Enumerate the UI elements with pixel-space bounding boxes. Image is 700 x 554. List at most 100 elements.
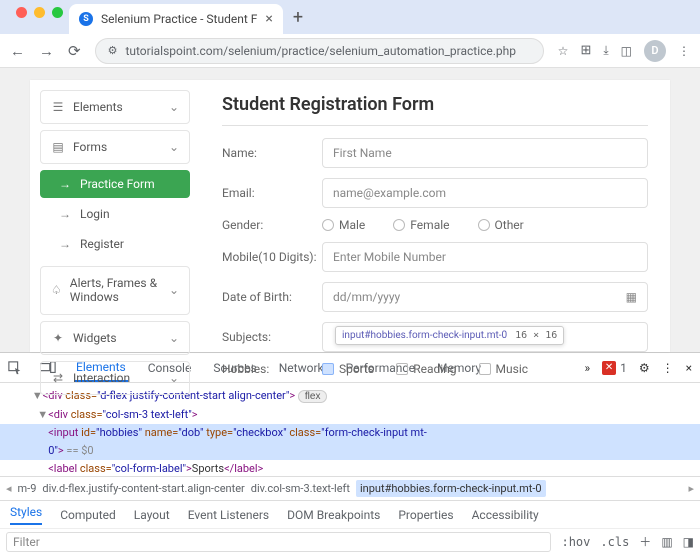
input-first-name[interactable]: First Name [322, 138, 648, 168]
site-info-icon[interactable]: ⚙ [108, 44, 118, 57]
page-viewport: ☰ Elements ⌄ ▤ Forms ⌄ → Practice Form →… [0, 68, 700, 352]
forward-button[interactable]: → [39, 42, 54, 60]
profile-avatar[interactable]: D [644, 40, 666, 62]
styles-tab-dom-breakpoints[interactable]: DOM Breakpoints [287, 508, 380, 522]
dom-line-selected[interactable]: 0"> == $0 [0, 442, 700, 460]
styles-tab-styles[interactable]: Styles [10, 505, 42, 525]
widget-icon: ✦ [51, 331, 65, 345]
menu-icon[interactable]: ⋮ [678, 44, 690, 58]
form-title: Student Registration Form [222, 94, 648, 126]
inspect-element-icon[interactable] [8, 361, 22, 375]
styles-filter-input[interactable]: Filter [6, 532, 551, 552]
browser-tabstrip: S Selenium Practice - Student F × + [0, 0, 700, 34]
sidebar-sub-label: Practice Form [80, 177, 155, 191]
row-mobile: Mobile(10 Digits): Enter Mobile Number [222, 242, 648, 272]
computed-panel-icon[interactable]: ▥ [661, 535, 672, 549]
devtools-menu-icon[interactable]: ⋮ [662, 361, 674, 375]
close-devtools-icon[interactable]: × [686, 361, 692, 375]
bookmark-icon[interactable]: ☆ [558, 44, 569, 58]
styles-tab-computed[interactable]: Computed [60, 508, 116, 522]
input-dob[interactable]: dd/mm/yyyy ▦ [322, 282, 648, 312]
styles-tab-layout[interactable]: Layout [134, 508, 170, 522]
breadcrumb-item[interactable]: m-9 [18, 482, 37, 495]
input-email[interactable]: name@example.com [322, 178, 648, 208]
label-dob: Date of Birth: [222, 290, 322, 304]
reload-button[interactable]: ⟳ [68, 42, 81, 60]
calendar-icon[interactable]: ▦ [626, 290, 637, 304]
new-tab-button[interactable]: + [283, 7, 313, 34]
sidebar-item-label: Forms [73, 140, 107, 154]
radio-male[interactable]: Male [322, 218, 365, 232]
download-icon[interactable]: ⤓ [603, 43, 608, 58]
styles-tab-event-listeners[interactable]: Event Listeners [188, 508, 269, 522]
breadcrumb-item-selected[interactable]: input#hobbies.form-check-input.mt-0 [356, 480, 546, 497]
chevron-down-icon: ⌄ [169, 331, 179, 345]
breadcrumb-next-icon[interactable]: ▸ [688, 482, 694, 495]
sidebar-item-label: Elements [73, 100, 123, 114]
input-mobile[interactable]: Enter Mobile Number [322, 242, 648, 272]
tooltip-dimensions: 16 × 16 [515, 330, 557, 341]
tab-title: Selenium Practice - Student F [101, 12, 257, 26]
styles-tabstrip: Styles Computed Layout Event Listeners D… [0, 500, 700, 528]
address-bar[interactable]: ⚙ tutorialspoint.com/selenium/practice/s… [95, 38, 544, 64]
cls-toggle[interactable]: .cls [600, 535, 629, 549]
row-email: Email: name@example.com [222, 178, 648, 208]
dom-tree[interactable]: ▼<div class="d-flex justify-content-star… [0, 383, 700, 476]
checkbox-reading[interactable]: Reading [396, 362, 456, 376]
radio-icon [478, 219, 490, 231]
checkbox-icon [479, 363, 491, 375]
inspect-tooltip: input#hobbies.form-check-input.mt-0 16 ×… [335, 326, 564, 345]
checkbox-sports[interactable]: Sports [322, 362, 374, 376]
hov-toggle[interactable]: :hov [561, 535, 590, 549]
label-subjects: Subjects: [222, 330, 322, 344]
maximize-window-icon[interactable] [52, 7, 63, 18]
row-name: Name: First Name [222, 138, 648, 168]
interaction-icon: ⇄ [51, 371, 65, 385]
sidebar-sub-login[interactable]: → Login [40, 200, 190, 228]
tooltip-selector: input#hobbies.form-check-input.mt-0 [342, 330, 507, 341]
sidebar-item-interaction[interactable]: ⇄ Interaction ⌄ [40, 361, 190, 395]
sidebar-item-elements[interactable]: ☰ Elements ⌄ [40, 90, 190, 124]
label-hobbies: Hobbies: [222, 362, 322, 376]
chevron-down-icon: ⌄ [169, 283, 179, 297]
sidebar-sub-label: Register [80, 237, 124, 251]
sidebar-sub-practice-form[interactable]: → Practice Form [40, 170, 190, 198]
minimize-window-icon[interactable] [34, 7, 45, 18]
close-window-icon[interactable] [16, 7, 27, 18]
breadcrumb-item[interactable]: div.col-sm-3.text-left [251, 482, 350, 495]
dom-line[interactable]: <label class="col-form-label">Sports</la… [0, 460, 700, 476]
sidebar-item-label: Widgets [73, 331, 117, 345]
radio-icon [322, 219, 334, 231]
form-icon: ▤ [51, 140, 65, 154]
breadcrumb-prev-icon[interactable]: ◂ [6, 482, 12, 495]
styles-tab-accessibility[interactable]: Accessibility [472, 508, 539, 522]
label-mobile: Mobile(10 Digits): [222, 250, 322, 264]
checkbox-music[interactable]: Music [479, 362, 528, 376]
breadcrumb-item[interactable]: div.d-flex.justify-content-start.align-c… [42, 482, 244, 495]
panel-icon[interactable]: ◫ [621, 44, 632, 58]
row-dob: Date of Birth: dd/mm/yyyy ▦ [222, 282, 648, 312]
extensions-icon[interactable]: ⊞ [580, 43, 591, 58]
arrow-right-icon: → [58, 207, 72, 221]
list-icon: ☰ [51, 100, 65, 114]
browser-toolbar: ← → ⟳ ⚙ tutorialspoint.com/selenium/prac… [0, 34, 700, 68]
sidebar-item-alerts[interactable]: ♤ Alerts, Frames & Windows ⌄ [40, 266, 190, 315]
dom-line-selected[interactable]: <input id="hobbies" name="dob" type="che… [0, 424, 700, 442]
flex-badge[interactable]: flex [298, 390, 328, 403]
close-tab-icon[interactable]: × [265, 11, 272, 27]
radio-other[interactable]: Other [478, 218, 524, 232]
styles-tab-properties[interactable]: Properties [398, 508, 453, 522]
new-style-rule-icon[interactable]: ＋ [639, 533, 651, 550]
toggle-panel-icon[interactable]: ◨ [683, 535, 694, 549]
sidebar-item-forms[interactable]: ▤ Forms ⌄ [40, 130, 190, 164]
url-text: tutorialspoint.com/selenium/practice/sel… [125, 44, 516, 58]
dom-line[interactable]: ▼<div class="col-sm-3 text-left"> [0, 406, 700, 424]
sidebar-sub-register[interactable]: → Register [40, 230, 190, 258]
checkbox-icon [322, 363, 334, 375]
back-button[interactable]: ← [10, 42, 25, 60]
browser-tab[interactable]: S Selenium Practice - Student F × [69, 4, 283, 34]
radio-female[interactable]: Female [393, 218, 449, 232]
sidebar: ☰ Elements ⌄ ▤ Forms ⌄ → Practice Form →… [30, 80, 200, 352]
sidebar-item-label: Interaction [73, 371, 130, 385]
sidebar-item-widgets[interactable]: ✦ Widgets ⌄ [40, 321, 190, 355]
